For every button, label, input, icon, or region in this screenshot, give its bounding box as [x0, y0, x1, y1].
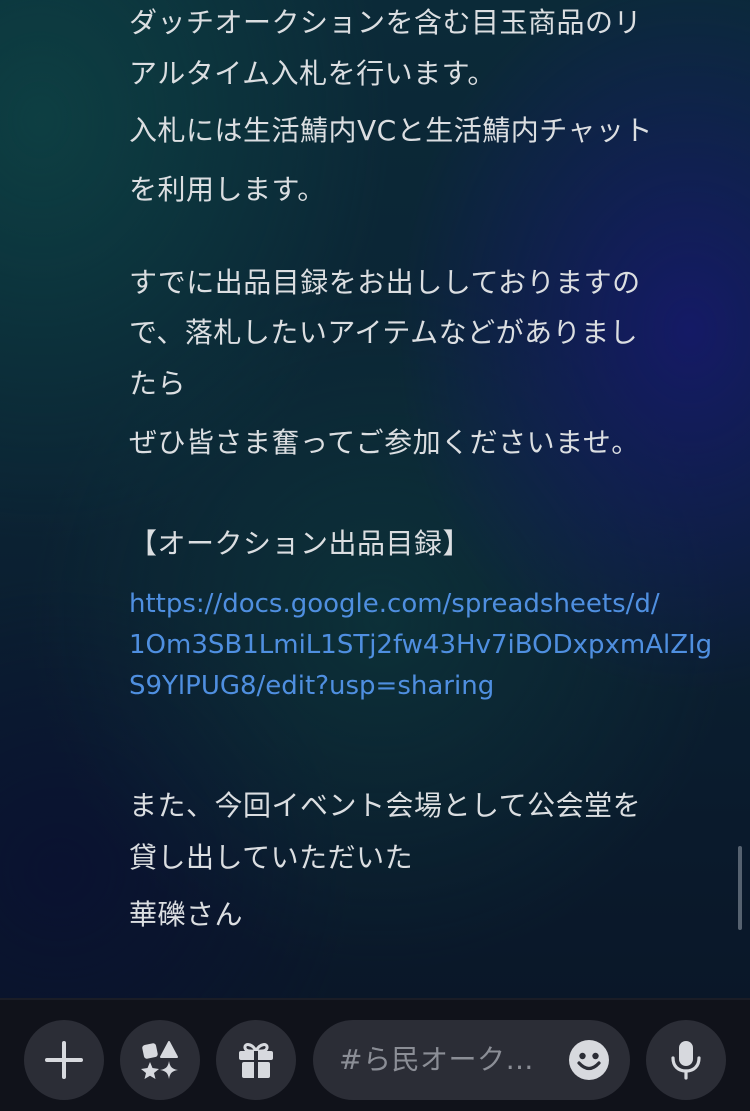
- message-text-line: ダッチオークションを含む目玉商品のリ: [129, 6, 643, 39]
- chat-message-area[interactable]: ダッチオークションを含む目玉商品のリ アルタイム入札を行います。 入札には生活鯖…: [0, 0, 750, 998]
- message-text-line: たら: [129, 367, 187, 400]
- add-attachment-button[interactable]: [24, 1020, 104, 1100]
- message-text-line: 【オークション出品目録】: [129, 527, 472, 560]
- voice-message-button[interactable]: [646, 1020, 726, 1100]
- message-text-line: で、落札したいアイテムなどがありまし: [129, 316, 639, 349]
- apps-button[interactable]: [120, 1020, 200, 1100]
- spreadsheet-link-line[interactable]: 1Om3SB1LmiL1STj2fw43Hv7iBODxpxmAlZIg: [129, 627, 712, 663]
- gift-icon: [239, 1043, 273, 1078]
- plus-icon: [45, 1041, 83, 1079]
- message-input[interactable]: #ら民オークション: [313, 1020, 630, 1100]
- apps-icon: [141, 1041, 178, 1079]
- message-text-line: また、今回イベント会場として公会堂を: [129, 789, 642, 822]
- emoji-icon[interactable]: [568, 1039, 610, 1081]
- message-text-line: 貸し出していただいた: [129, 841, 414, 874]
- scrollbar-thumb[interactable]: [738, 846, 742, 930]
- microphone-icon: [671, 1041, 701, 1080]
- spreadsheet-link-line[interactable]: https://docs.google.com/spreadsheets/d/: [129, 586, 660, 622]
- message-text-line: 華礫さん: [129, 898, 244, 931]
- spreadsheet-link-line[interactable]: S9YlPUG8/edit?usp=sharing: [129, 668, 494, 704]
- message-text-line: アルタイム入札を行います。: [129, 57, 496, 90]
- message-composer-bar: #ら民オークション: [0, 998, 750, 1111]
- message-text-line: すでに出品目録をお出ししておりますの: [129, 266, 641, 299]
- message-text-line: ぜひ皆さま奮ってご参加くださいませ。: [129, 426, 640, 459]
- message-text-line: を利用します。: [129, 173, 326, 206]
- message-text-line: 入札には生活鯖内VCと生活鯖内チャット: [129, 114, 653, 147]
- gift-button[interactable]: [216, 1020, 296, 1100]
- message-input-placeholder: #ら民オークション: [339, 1043, 559, 1076]
